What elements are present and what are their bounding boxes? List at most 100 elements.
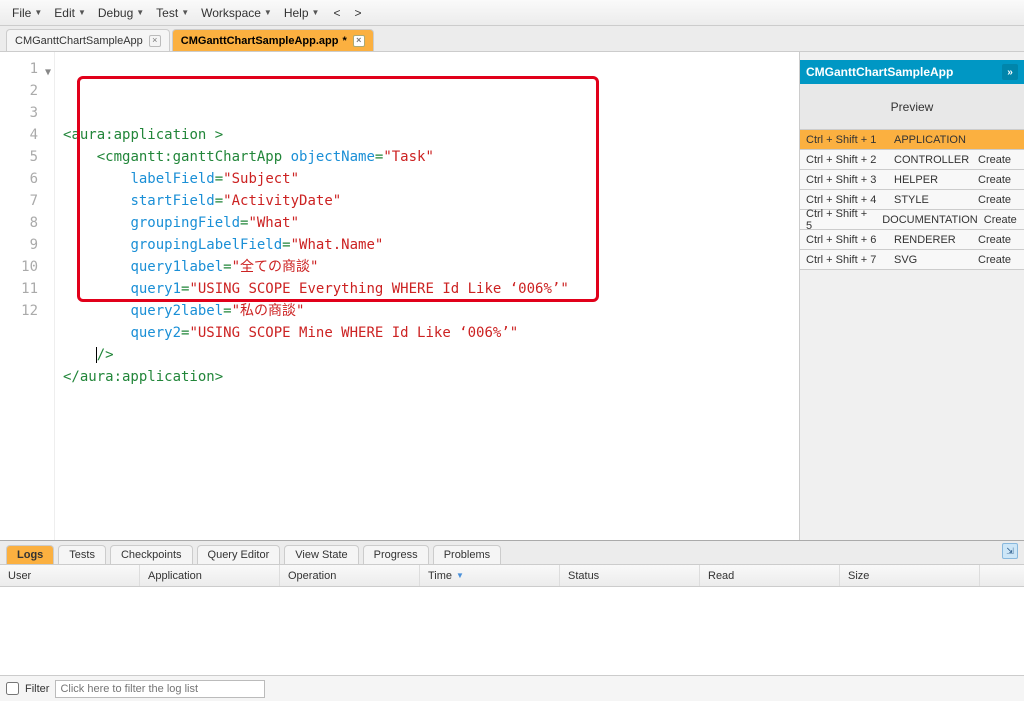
- bundle-list: Ctrl + Shift + 1APPLICATIONCtrl + Shift …: [800, 130, 1024, 270]
- log-column-status[interactable]: Status: [560, 565, 700, 586]
- sort-arrow-icon: ▼: [456, 571, 464, 580]
- create-link[interactable]: Create: [978, 194, 1018, 206]
- line-number: 5: [0, 146, 54, 168]
- bundle-label: STYLE: [894, 194, 972, 206]
- line-number: 10: [0, 256, 54, 278]
- nav-forward-button[interactable]: >: [348, 3, 367, 23]
- close-tab-icon[interactable]: ×: [353, 35, 365, 47]
- fold-toggle-icon[interactable]: ▼: [45, 62, 51, 84]
- log-column-size[interactable]: Size: [840, 565, 980, 586]
- shortcut-label: Ctrl + Shift + 2: [806, 154, 888, 166]
- dropdown-arrow-icon: ▼: [78, 8, 86, 17]
- bottom-tab-view-state[interactable]: View State: [284, 545, 358, 564]
- bottom-tab-problems[interactable]: Problems: [433, 545, 501, 564]
- menu-workspace[interactable]: Workspace▼: [195, 3, 278, 23]
- shortcut-label: Ctrl + Shift + 7: [806, 254, 888, 266]
- log-column-user[interactable]: User: [0, 565, 140, 586]
- menu-help[interactable]: Help▼: [278, 3, 326, 23]
- expand-icon[interactable]: »: [1002, 64, 1018, 80]
- line-gutter: ▼ 123456789101112: [0, 52, 55, 540]
- line-number: 9: [0, 234, 54, 256]
- panel-options-icon[interactable]: ⇲: [1002, 543, 1018, 559]
- code-line: <aura:application >: [63, 124, 791, 146]
- menu-debug[interactable]: Debug▼: [92, 3, 150, 23]
- side-panel-title: CMGanttChartSampleApp »: [800, 60, 1024, 84]
- dropdown-arrow-icon: ▼: [264, 8, 272, 17]
- code-line: groupingLabelField="What.Name": [63, 234, 791, 256]
- nav-back-button[interactable]: <: [327, 3, 346, 23]
- create-link[interactable]: Create: [984, 214, 1018, 226]
- bottom-tab-progress[interactable]: Progress: [363, 545, 429, 564]
- shortcut-label: Ctrl + Shift + 5: [806, 208, 876, 232]
- filter-checkbox[interactable]: [6, 682, 19, 695]
- bottom-tab-bar: LogsTestsCheckpointsQuery EditorView Sta…: [0, 541, 1024, 565]
- bottom-tab-logs[interactable]: Logs: [6, 545, 54, 564]
- log-column-operation[interactable]: Operation: [280, 565, 420, 586]
- code-editor[interactable]: ▼ 123456789101112 <aura:application > <c…: [0, 52, 800, 540]
- code-line: groupingField="What": [63, 212, 791, 234]
- log-column-time[interactable]: Time▼: [420, 565, 560, 586]
- code-line: </aura:application>: [63, 366, 791, 388]
- bottom-tab-checkpoints[interactable]: Checkpoints: [110, 545, 193, 564]
- bundle-label: CONTROLLER: [894, 154, 972, 166]
- bundle-label: RENDERER: [894, 234, 972, 246]
- bottom-tab-tests[interactable]: Tests: [58, 545, 106, 564]
- menu-test[interactable]: Test▼: [150, 3, 195, 23]
- bundle-label: APPLICATION: [894, 134, 972, 146]
- preview-button[interactable]: Preview: [800, 84, 1024, 130]
- bundle-item-svg[interactable]: Ctrl + Shift + 7 SVG Create: [800, 250, 1024, 270]
- code-area[interactable]: <aura:application > <cmgantt:ganttChartA…: [55, 52, 799, 540]
- code-line: query2="USING SCOPE Mine WHERE Id Like ‘…: [63, 322, 791, 344]
- bundle-item-application[interactable]: Ctrl + Shift + 1APPLICATION: [800, 130, 1024, 150]
- editor-tab[interactable]: CMGanttChartSampleApp ×: [6, 29, 170, 51]
- line-number: 12: [0, 300, 54, 322]
- shortcut-label: Ctrl + Shift + 6: [806, 234, 888, 246]
- bundle-item-renderer[interactable]: Ctrl + Shift + 6 RENDERER Create: [800, 230, 1024, 250]
- line-number: 6: [0, 168, 54, 190]
- create-link[interactable]: Create: [978, 174, 1018, 186]
- bundle-item-helper[interactable]: Ctrl + Shift + 3 HELPER Create: [800, 170, 1024, 190]
- line-number: 4: [0, 124, 54, 146]
- bundle-label: DOCUMENTATION: [882, 214, 978, 226]
- bundle-item-documentation[interactable]: Ctrl + Shift + 5 DOCUMENTATION Create: [800, 210, 1024, 230]
- dropdown-arrow-icon: ▼: [181, 8, 189, 17]
- line-number: 3: [0, 102, 54, 124]
- tab-label: CMGanttChartSampleApp: [15, 35, 143, 47]
- side-panel-title-text: CMGanttChartSampleApp: [806, 65, 953, 79]
- side-panel: CMGanttChartSampleApp » Preview Ctrl + S…: [800, 52, 1024, 540]
- filter-label: Filter: [25, 683, 49, 695]
- bottom-panel: LogsTestsCheckpointsQuery EditorView Sta…: [0, 540, 1024, 701]
- bundle-label: HELPER: [894, 174, 972, 186]
- editor-tab[interactable]: CMGanttChartSampleApp.app* ×: [172, 29, 374, 51]
- close-tab-icon[interactable]: ×: [149, 35, 161, 47]
- bundle-label: SVG: [894, 254, 972, 266]
- create-link[interactable]: Create: [978, 154, 1018, 166]
- log-column-application[interactable]: Application: [140, 565, 280, 586]
- filter-input[interactable]: [55, 680, 265, 698]
- menu-file[interactable]: File▼: [6, 3, 48, 23]
- bottom-tab-query-editor[interactable]: Query Editor: [197, 545, 281, 564]
- code-line: />: [63, 344, 791, 366]
- log-column-read[interactable]: Read: [700, 565, 840, 586]
- shortcut-label: Ctrl + Shift + 4: [806, 194, 888, 206]
- log-table-header: UserApplicationOperationTime▼StatusReadS…: [0, 565, 1024, 587]
- log-table-body: [0, 587, 1024, 675]
- dropdown-arrow-icon: ▼: [34, 8, 42, 17]
- shortcut-label: Ctrl + Shift + 3: [806, 174, 888, 186]
- editor-tab-bar: CMGanttChartSampleApp×CMGanttChartSample…: [0, 26, 1024, 52]
- line-number: 11: [0, 278, 54, 300]
- dirty-indicator: *: [342, 35, 346, 47]
- tab-label: CMGanttChartSampleApp.app: [181, 35, 339, 47]
- menu-edit[interactable]: Edit▼: [48, 3, 92, 23]
- bundle-item-controller[interactable]: Ctrl + Shift + 2 CONTROLLER Create: [800, 150, 1024, 170]
- code-line: startField="ActivityDate": [63, 190, 791, 212]
- create-link[interactable]: Create: [978, 234, 1018, 246]
- dropdown-arrow-icon: ▼: [312, 8, 320, 17]
- code-line: query2label="私の商談": [63, 300, 791, 322]
- line-number: 8: [0, 212, 54, 234]
- code-line: labelField="Subject": [63, 168, 791, 190]
- create-link[interactable]: Create: [978, 254, 1018, 266]
- line-number: 7: [0, 190, 54, 212]
- code-line: <cmgantt:ganttChartApp objectName="Task": [63, 146, 791, 168]
- filter-bar: Filter: [0, 675, 1024, 701]
